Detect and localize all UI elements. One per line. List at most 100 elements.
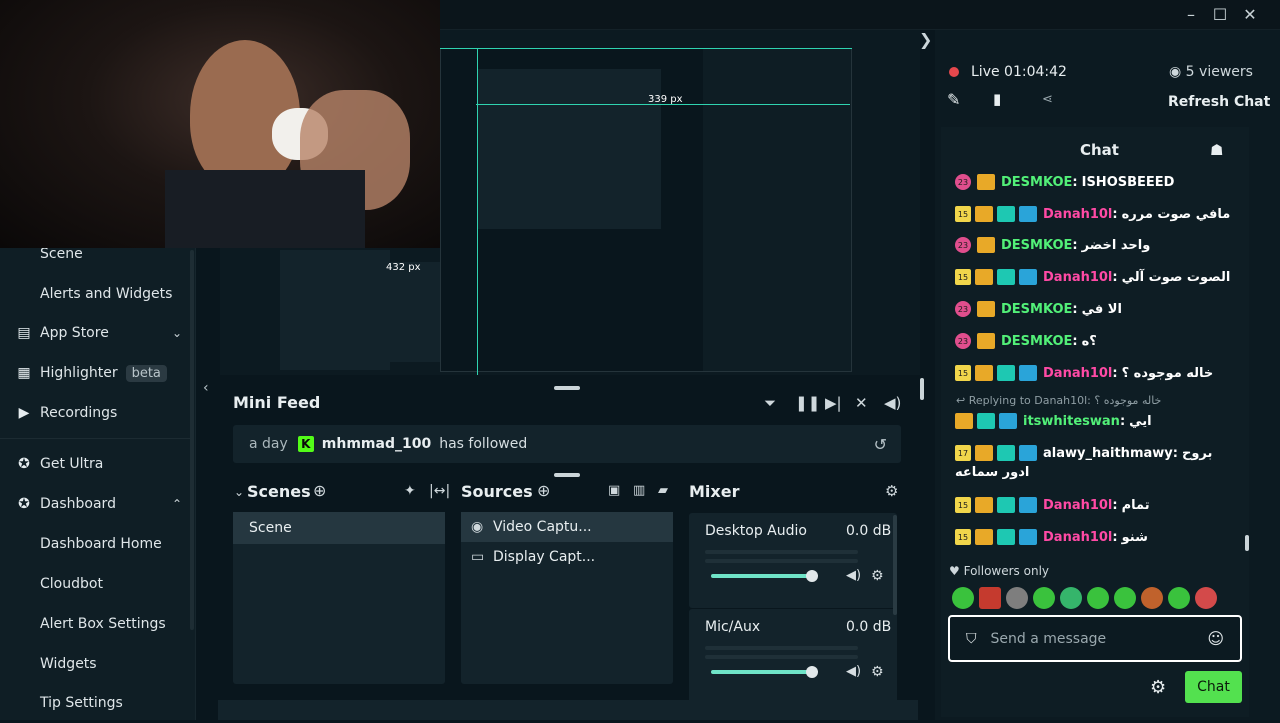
sidebar-item-app-store[interactable]: ▤ App Store ⌄ [0, 313, 196, 353]
alignment-guide [477, 48, 478, 375]
scene-item[interactable]: Scene [233, 512, 445, 544]
add-source-icon[interactable]: ⊕ [537, 481, 550, 500]
chat-username[interactable]: DESMKOE [1001, 302, 1072, 317]
speaker-icon[interactable]: ◀) [846, 664, 861, 679]
chat-username[interactable]: DESMKOE [1001, 238, 1072, 253]
subscriber-badge: 23 [955, 174, 971, 190]
chat-scrollbar[interactable] [1245, 535, 1249, 551]
collapse-left-icon[interactable]: ‹ [203, 380, 209, 396]
studio-mode-icon[interactable]: |↔| [429, 483, 450, 499]
sidebar-item-dashboard-home[interactable]: Dashboard Home [0, 524, 196, 564]
input-placeholder: Send a message [990, 630, 1107, 647]
source-group-icon[interactable]: ▥ [633, 483, 645, 498]
maximize-button[interactable]: ☐ [1207, 4, 1233, 26]
sidebar-item-widgets[interactable]: Widgets [0, 644, 196, 684]
emote[interactable] [979, 587, 1001, 609]
chat-username[interactable]: Danah10l [1043, 270, 1112, 285]
emote[interactable] [1006, 587, 1028, 609]
filter-icon[interactable]: ⏷ [764, 394, 776, 412]
resize-handle[interactable] [554, 473, 580, 477]
sidebar-item-highlighter[interactable]: ▦ Highlighter beta [0, 353, 196, 393]
og-badge-icon [997, 269, 1015, 285]
volume-slider[interactable] [711, 670, 812, 674]
camera-icon[interactable]: ▮ [993, 90, 1001, 108]
volume-icon[interactable]: ◀) [884, 394, 901, 412]
shield-icon[interactable]: ⛉ [966, 631, 977, 647]
track-db: 0.0 dB [846, 523, 892, 539]
mute-alerts-icon[interactable]: ✕ [855, 394, 868, 412]
chat-username[interactable]: DESMKOE [1001, 334, 1072, 349]
volume-slider-knob[interactable] [806, 570, 818, 582]
chat-message-input[interactable]: ⛉ Send a message ☺ [948, 615, 1242, 662]
sidebar-item-alert-box-settings[interactable]: Alert Box Settings [0, 604, 196, 644]
add-scene-icon[interactable]: ⊕ [313, 481, 326, 500]
mixer-scrollbar[interactable] [893, 515, 897, 615]
transition-icon[interactable]: ✦ [404, 483, 416, 499]
emote[interactable] [1087, 587, 1109, 609]
ultra-icon: ✪ [18, 456, 30, 472]
close-button[interactable]: ✕ [1237, 4, 1263, 26]
collapse-right-icon[interactable]: ❯ [919, 30, 932, 49]
sidebar-item-get-ultra[interactable]: ✪ Get Ultra [0, 444, 196, 484]
preview-nested-window [440, 48, 852, 372]
track-settings-icon[interactable]: ⚙ [871, 568, 884, 584]
chat-username[interactable]: DESMKOE [1001, 175, 1072, 190]
source-item[interactable]: ▭ Display Capt... [461, 542, 673, 572]
emote[interactable] [1060, 587, 1082, 609]
track-settings-icon[interactable]: ⚙ [871, 664, 884, 680]
sidebar-item-label: Dashboard Home [40, 536, 162, 552]
live-time: 01:04:42 [1004, 64, 1067, 80]
og-badge-icon [997, 365, 1015, 381]
skip-icon[interactable]: ▶| [825, 394, 842, 412]
source-folder-icon[interactable]: ▰ [658, 483, 668, 498]
replay-icon[interactable]: ↺ [874, 435, 887, 454]
edit-icon[interactable]: ✎ [947, 90, 960, 109]
sidebar-item-alerts-widgets[interactable]: Alerts and Widgets [0, 274, 196, 314]
chevron-down-icon[interactable]: ⌄ [172, 326, 182, 340]
reply-icon: ↩ [956, 394, 966, 407]
emote[interactable] [1195, 587, 1217, 609]
emote[interactable] [1168, 587, 1190, 609]
sidebar-item-recordings[interactable]: ▶ Recordings [0, 393, 196, 433]
sidebar-scrollbar[interactable] [190, 250, 194, 630]
chat-username[interactable]: Danah10l [1043, 366, 1112, 381]
source-layout-icon[interactable]: ▣ [608, 483, 620, 498]
sidebar-item-dashboard[interactable]: ✪ Dashboard ⌃ [0, 484, 196, 524]
chat-username[interactable]: Danah10l [1043, 498, 1112, 513]
emote[interactable] [1141, 587, 1163, 609]
chat-username[interactable]: itswhiteswan [1023, 414, 1120, 429]
sidebar-item-cloudbot[interactable]: Cloudbot [0, 564, 196, 604]
chat-text: الصوت صوت آلي [1121, 269, 1231, 285]
sidebar-item-tip-settings[interactable]: Tip Settings [0, 683, 196, 723]
source-item[interactable]: ◉ Video Captu... [461, 512, 673, 542]
volume-slider-knob[interactable] [806, 666, 818, 678]
chevron-up-icon[interactable]: ⌃ [172, 497, 182, 511]
chat-separator: : [1112, 365, 1118, 381]
volume-slider[interactable] [711, 574, 812, 578]
resize-handle[interactable] [554, 386, 580, 390]
chat-settings-icon[interactable]: ⚙ [1150, 677, 1166, 698]
chat-username[interactable]: Danah10l [1043, 530, 1112, 545]
emote[interactable] [952, 587, 974, 609]
chat-username[interactable]: Danah10l [1043, 207, 1112, 222]
speaker-icon[interactable]: ◀) [846, 568, 861, 583]
og-badge-icon [977, 413, 995, 429]
webcam-icon: ◉ [471, 519, 484, 535]
mixer-settings-icon[interactable]: ⚙ [885, 482, 898, 500]
crown-badge-icon [955, 413, 973, 429]
crown-badge-icon [977, 333, 995, 349]
refresh-chat-button[interactable]: Refresh Chat [1168, 94, 1270, 110]
pause-icon[interactable]: ❚❚ [795, 394, 820, 412]
chat-username[interactable]: alawy_haithmawy [1043, 446, 1173, 461]
users-icon[interactable]: ☗ [1210, 141, 1223, 159]
minimize-button[interactable]: – [1178, 4, 1204, 26]
sources-list: ◉ Video Captu... ▭ Display Capt... [461, 512, 673, 684]
emote[interactable] [1114, 587, 1136, 609]
scenes-collapse-icon[interactable]: ⌄ [234, 485, 244, 499]
emoji-icon[interactable]: ☺ [1207, 629, 1224, 648]
chat-text: شنو [1121, 529, 1148, 545]
share-icon[interactable]: ⋖ [1042, 92, 1053, 107]
send-chat-button[interactable]: Chat [1185, 671, 1242, 703]
preview-scrollbar[interactable] [920, 378, 924, 400]
emote[interactable] [1033, 587, 1055, 609]
